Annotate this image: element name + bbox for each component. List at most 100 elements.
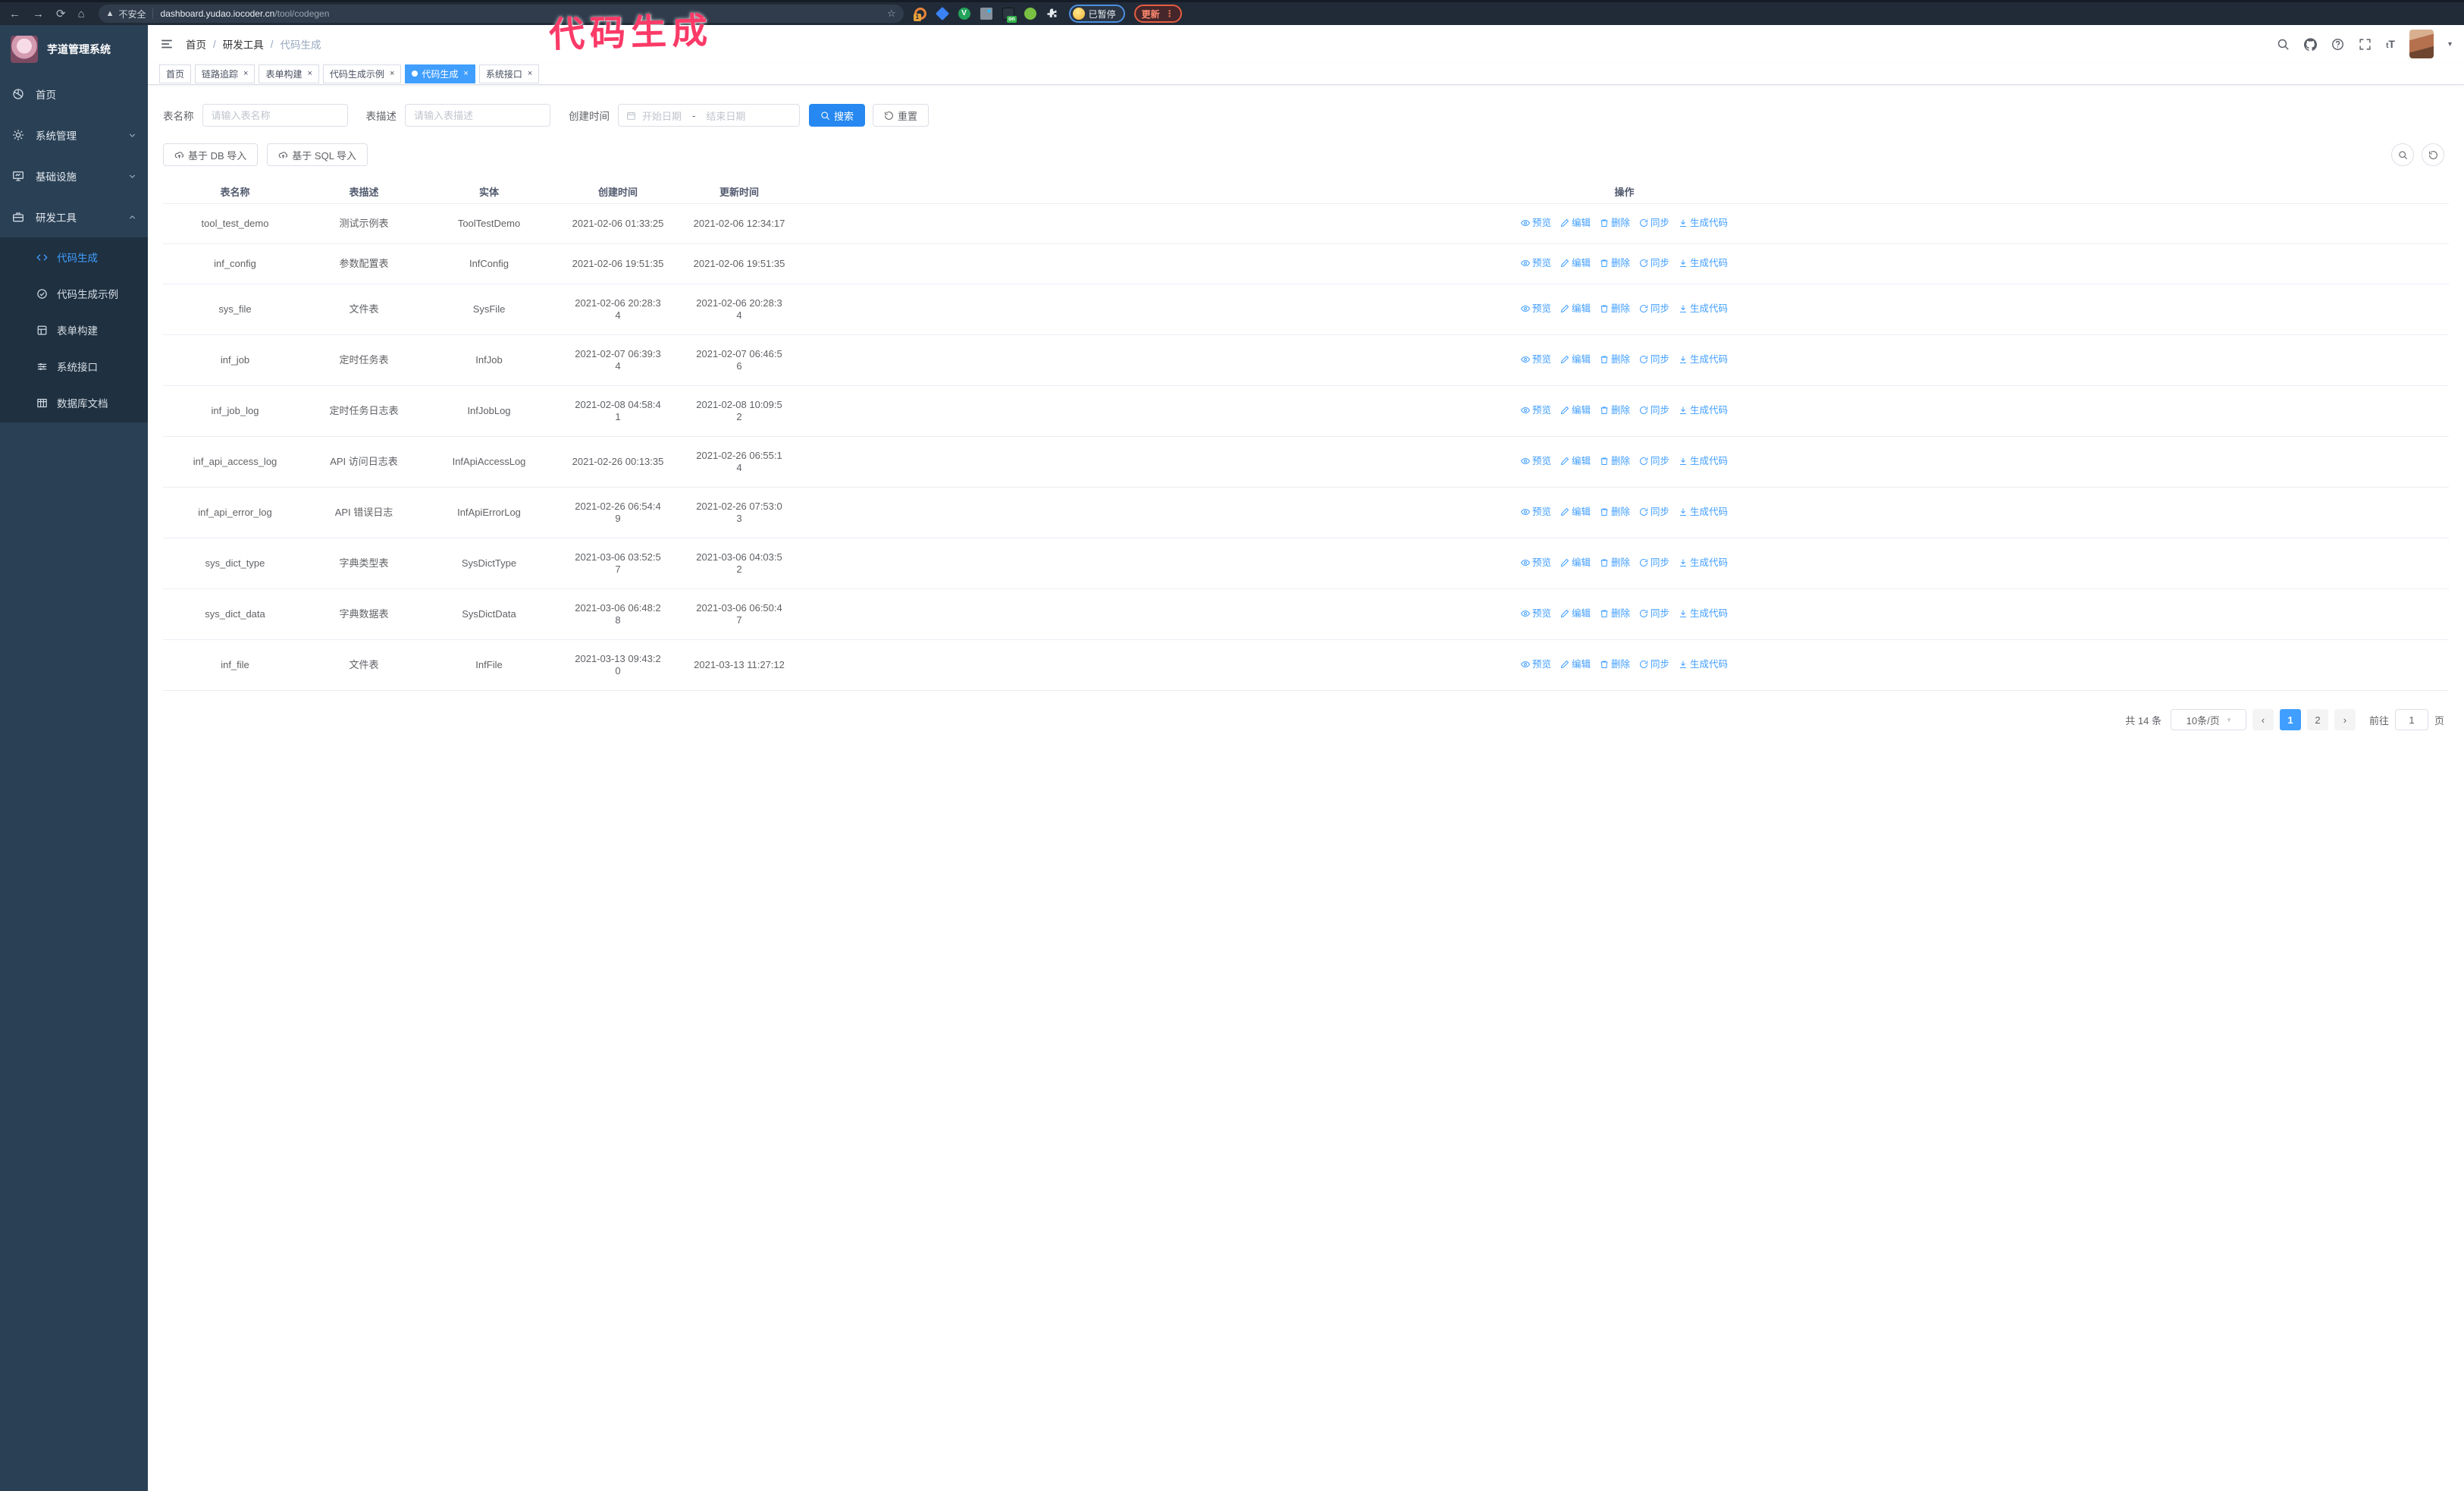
sync-link[interactable]: 同步: [1639, 455, 1669, 467]
sync-link[interactable]: 同步: [1639, 506, 1669, 518]
sidebar-item-system-api[interactable]: 系统接口: [0, 348, 148, 385]
generate-code-link[interactable]: 生成代码: [1679, 257, 1728, 269]
preview-link[interactable]: 预览: [1521, 217, 1551, 229]
edit-link[interactable]: 编辑: [1560, 506, 1591, 518]
generate-code-link[interactable]: 生成代码: [1679, 404, 1728, 416]
extension-icon-green[interactable]: [1024, 8, 1036, 20]
import-sql-button[interactable]: 基于 SQL 导入: [267, 143, 368, 166]
tab-codegen[interactable]: 代码生成 ×: [405, 64, 475, 83]
delete-link[interactable]: 删除: [1600, 257, 1630, 269]
bookmark-star-icon[interactable]: ☆: [887, 8, 896, 20]
extension-icon-gray[interactable]: [980, 8, 992, 20]
help-icon[interactable]: [2331, 38, 2344, 51]
extension-icon-orange[interactable]: 1: [913, 8, 926, 21]
delete-link[interactable]: 删除: [1600, 353, 1630, 366]
delete-link[interactable]: 删除: [1600, 217, 1630, 229]
delete-link[interactable]: 删除: [1600, 607, 1630, 620]
page-button-2[interactable]: 2: [2306, 709, 2328, 730]
import-db-button[interactable]: 基于 DB 导入: [163, 143, 259, 166]
edit-link[interactable]: 编辑: [1560, 658, 1591, 670]
prev-page-button[interactable]: ‹: [2252, 709, 2274, 730]
tab-system-api[interactable]: 系统接口 ×: [478, 64, 540, 83]
table-desc-input[interactable]: [405, 104, 550, 127]
edit-link[interactable]: 编辑: [1560, 257, 1591, 269]
security-label[interactable]: 不安全: [119, 8, 146, 20]
extension-icon-diamond[interactable]: [935, 6, 949, 21]
preview-link[interactable]: 预览: [1521, 658, 1551, 670]
user-avatar[interactable]: [2409, 30, 2434, 58]
toggle-search-button[interactable]: [2391, 143, 2414, 166]
sync-link[interactable]: 同步: [1639, 353, 1669, 366]
sync-link[interactable]: 同步: [1639, 404, 1669, 416]
generate-code-link[interactable]: 生成代码: [1679, 455, 1728, 467]
close-icon[interactable]: ×: [463, 69, 468, 78]
delete-link[interactable]: 删除: [1600, 506, 1630, 518]
preview-link[interactable]: 预览: [1521, 607, 1551, 620]
edit-link[interactable]: 编辑: [1560, 353, 1591, 366]
address-bar[interactable]: ▲ 不安全 dashboard.yudao.iocoder.cn /tool/c…: [98, 5, 904, 23]
edit-link[interactable]: 编辑: [1560, 404, 1591, 416]
app-logo-row[interactable]: 芋道管理系统: [11, 30, 148, 69]
generate-code-link[interactable]: 生成代码: [1679, 658, 1728, 670]
sync-link[interactable]: 同步: [1639, 607, 1669, 620]
tab-form-builder[interactable]: 表单构建 ×: [259, 64, 319, 83]
edit-link[interactable]: 编辑: [1560, 607, 1591, 620]
next-page-button[interactable]: ›: [2334, 709, 2356, 730]
generate-code-link[interactable]: 生成代码: [1679, 607, 1728, 620]
table-name-input[interactable]: [202, 104, 348, 127]
date-range-picker[interactable]: 开始日期 - 结束日期: [618, 104, 800, 127]
breadcrumb-home[interactable]: 首页: [186, 36, 206, 52]
preview-link[interactable]: 预览: [1521, 303, 1551, 315]
delete-link[interactable]: 删除: [1600, 303, 1630, 315]
sync-link[interactable]: 同步: [1639, 303, 1669, 315]
preview-link[interactable]: 预览: [1521, 455, 1551, 467]
close-icon[interactable]: ×: [390, 69, 394, 78]
forward-icon[interactable]: →: [33, 8, 44, 20]
sidebar-item-form-builder[interactable]: 表单构建: [0, 312, 148, 348]
edit-link[interactable]: 编辑: [1560, 455, 1591, 467]
sync-link[interactable]: 同步: [1639, 557, 1669, 569]
generate-code-link[interactable]: 生成代码: [1679, 506, 1728, 518]
sidebar-item-codegen-example[interactable]: 代码生成示例: [0, 275, 148, 312]
preview-link[interactable]: 预览: [1521, 257, 1551, 269]
sidebar-collapse-icon[interactable]: [160, 37, 174, 51]
avatar-caret-icon[interactable]: ▾: [2448, 40, 2452, 49]
sidebar-item-devtools[interactable]: 研发工具: [0, 196, 148, 237]
search-icon[interactable]: [2277, 38, 2290, 51]
page-size-select[interactable]: 10条/页 ▾: [2170, 709, 2246, 730]
reload-icon[interactable]: ⟳: [56, 8, 66, 20]
goto-page-input[interactable]: [2394, 709, 2428, 730]
font-size-icon[interactable]: tT: [2386, 39, 2395, 50]
sidebar-item-codegen[interactable]: 代码生成: [0, 239, 148, 275]
sync-link[interactable]: 同步: [1639, 257, 1669, 269]
preview-link[interactable]: 预览: [1521, 404, 1551, 416]
edit-link[interactable]: 编辑: [1560, 303, 1591, 315]
close-icon[interactable]: ×: [243, 69, 248, 78]
extension-icon-dark[interactable]: on: [1002, 8, 1017, 23]
update-button[interactable]: 更新 ⋮: [1133, 5, 1182, 23]
fullscreen-icon[interactable]: [2359, 38, 2372, 51]
edit-link[interactable]: 编辑: [1560, 557, 1591, 569]
generate-code-link[interactable]: 生成代码: [1679, 303, 1728, 315]
sidebar-item-db-doc[interactable]: 数据库文档: [0, 385, 148, 421]
delete-link[interactable]: 删除: [1600, 455, 1630, 467]
paused-badge[interactable]: 已暂停: [1068, 5, 1125, 23]
browser-menu-icon[interactable]: ⋮: [1165, 8, 1174, 19]
sidebar-item-system[interactable]: 系统管理: [0, 115, 148, 155]
extensions-puzzle-icon[interactable]: [1046, 8, 1058, 20]
preview-link[interactable]: 预览: [1521, 353, 1551, 366]
tab-home[interactable]: 首页: [159, 64, 192, 83]
back-icon[interactable]: ←: [9, 8, 20, 20]
reset-button[interactable]: 重置: [873, 104, 929, 127]
page-button-1[interactable]: 1: [2279, 709, 2301, 730]
generate-code-link[interactable]: 生成代码: [1679, 353, 1728, 366]
refresh-table-button[interactable]: [2422, 143, 2444, 166]
delete-link[interactable]: 删除: [1600, 404, 1630, 416]
start-date-placeholder[interactable]: 开始日期: [642, 108, 682, 123]
preview-link[interactable]: 预览: [1521, 506, 1551, 518]
github-icon[interactable]: [2304, 38, 2317, 51]
sync-link[interactable]: 同步: [1639, 217, 1669, 229]
edit-link[interactable]: 编辑: [1560, 217, 1591, 229]
breadcrumb-devtools[interactable]: 研发工具: [223, 36, 264, 52]
delete-link[interactable]: 删除: [1600, 658, 1630, 670]
